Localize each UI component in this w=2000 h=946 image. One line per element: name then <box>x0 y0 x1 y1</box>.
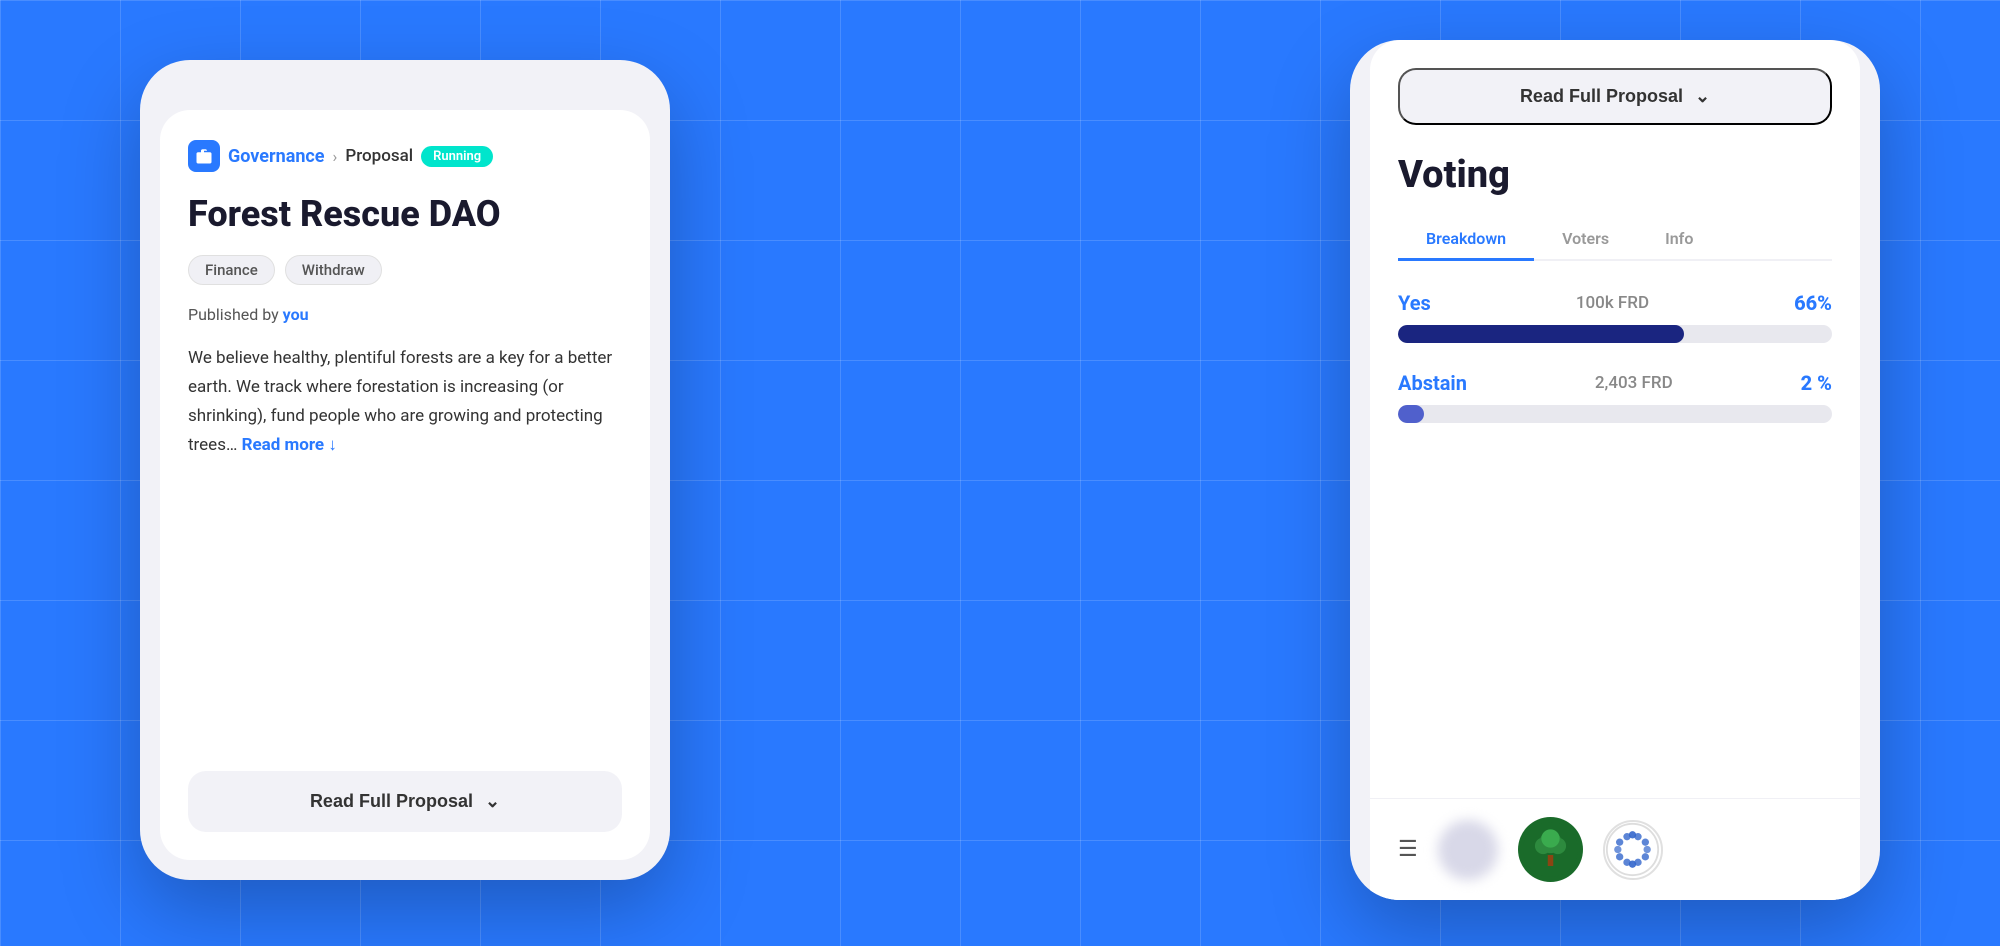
vote-abstain-bar-fill <box>1398 405 1424 423</box>
vote-yes-label: Yes <box>1398 291 1431 315</box>
tab-voters[interactable]: Voters <box>1534 219 1637 261</box>
vote-yes-bar-fill <box>1398 325 1684 343</box>
vote-abstain-header: Abstain 2,403 FRD 2 % <box>1398 371 1832 395</box>
governance-icon <box>188 140 220 172</box>
left-phone: Governance › Proposal Running Forest Res… <box>140 60 670 880</box>
read-full-top-label: Read Full Proposal <box>1520 86 1683 107</box>
read-full-proposal-label: Read Full Proposal <box>310 791 473 812</box>
top-chevron-down-icon: ⌄ <box>1695 86 1710 107</box>
status-badge: Running <box>421 146 493 167</box>
voting-title: Voting <box>1398 153 1832 197</box>
avatar-dots <box>1603 820 1663 880</box>
published-by: Published by you <box>188 305 622 324</box>
voting-section: Voting Breakdown Voters Info Yes 100k FR… <box>1370 125 1860 423</box>
voting-tabs: Breakdown Voters Info <box>1398 219 1832 261</box>
left-phone-inner: Governance › Proposal Running Forest Res… <box>160 110 650 860</box>
vote-yes: Yes 100k FRD 66% <box>1398 291 1832 343</box>
read-full-top-button[interactable]: Read Full Proposal ⌄ <box>1398 68 1832 125</box>
dots-svg <box>1605 822 1660 877</box>
tag-finance: Finance <box>188 255 275 285</box>
read-full-proposal-button[interactable]: Read Full Proposal ⌄ <box>188 771 622 832</box>
proposal-description: We believe healthy, plentiful forests ar… <box>188 344 622 460</box>
top-btn-area: Read Full Proposal ⌄ <box>1370 40 1860 125</box>
read-more-link[interactable]: Read more ↓ <box>242 435 337 455</box>
vote-yes-percent: 66% <box>1794 291 1832 315</box>
governance-label: Governance <box>228 146 325 167</box>
briefcase-svg <box>195 147 213 165</box>
hamburger-icon[interactable]: ☰ <box>1398 837 1418 862</box>
vote-abstain-bar-track <box>1398 405 1832 423</box>
vote-abstain-percent: 2 % <box>1801 371 1832 395</box>
tag-withdraw: Withdraw <box>285 255 382 285</box>
breadcrumb-proposal: Proposal <box>345 146 413 166</box>
vote-abstain: Abstain 2,403 FRD 2 % <box>1398 371 1832 423</box>
vote-abstain-label: Abstain <box>1398 371 1467 395</box>
chevron-down-icon: ⌄ <box>485 791 500 812</box>
breadcrumb-arrow: › <box>333 147 338 166</box>
breadcrumb: Governance › Proposal Running <box>188 140 622 172</box>
vote-yes-header: Yes 100k FRD 66% <box>1398 291 1832 315</box>
right-phone-inner: Read Full Proposal ⌄ Voting Breakdown Vo… <box>1370 40 1860 900</box>
tab-breakdown[interactable]: Breakdown <box>1398 219 1534 261</box>
vote-abstain-amount: 2,403 FRD <box>1595 373 1673 393</box>
proposal-title: Forest Rescue DAO <box>188 194 622 235</box>
published-by-author: you <box>283 305 309 324</box>
right-phone: Read Full Proposal ⌄ Voting Breakdown Vo… <box>1350 40 1880 900</box>
tags-container: Finance Withdraw <box>188 255 622 285</box>
tab-info[interactable]: Info <box>1637 219 1721 261</box>
bottom-nav: ☰ <box>1370 798 1860 900</box>
vote-yes-amount: 100k FRD <box>1576 293 1649 313</box>
avatar-tree <box>1518 817 1583 882</box>
published-by-label: Published by <box>188 305 279 324</box>
tree-svg <box>1523 822 1578 877</box>
avatar-blur <box>1438 820 1498 880</box>
phone-notch <box>330 60 480 88</box>
vote-yes-bar-track <box>1398 325 1832 343</box>
